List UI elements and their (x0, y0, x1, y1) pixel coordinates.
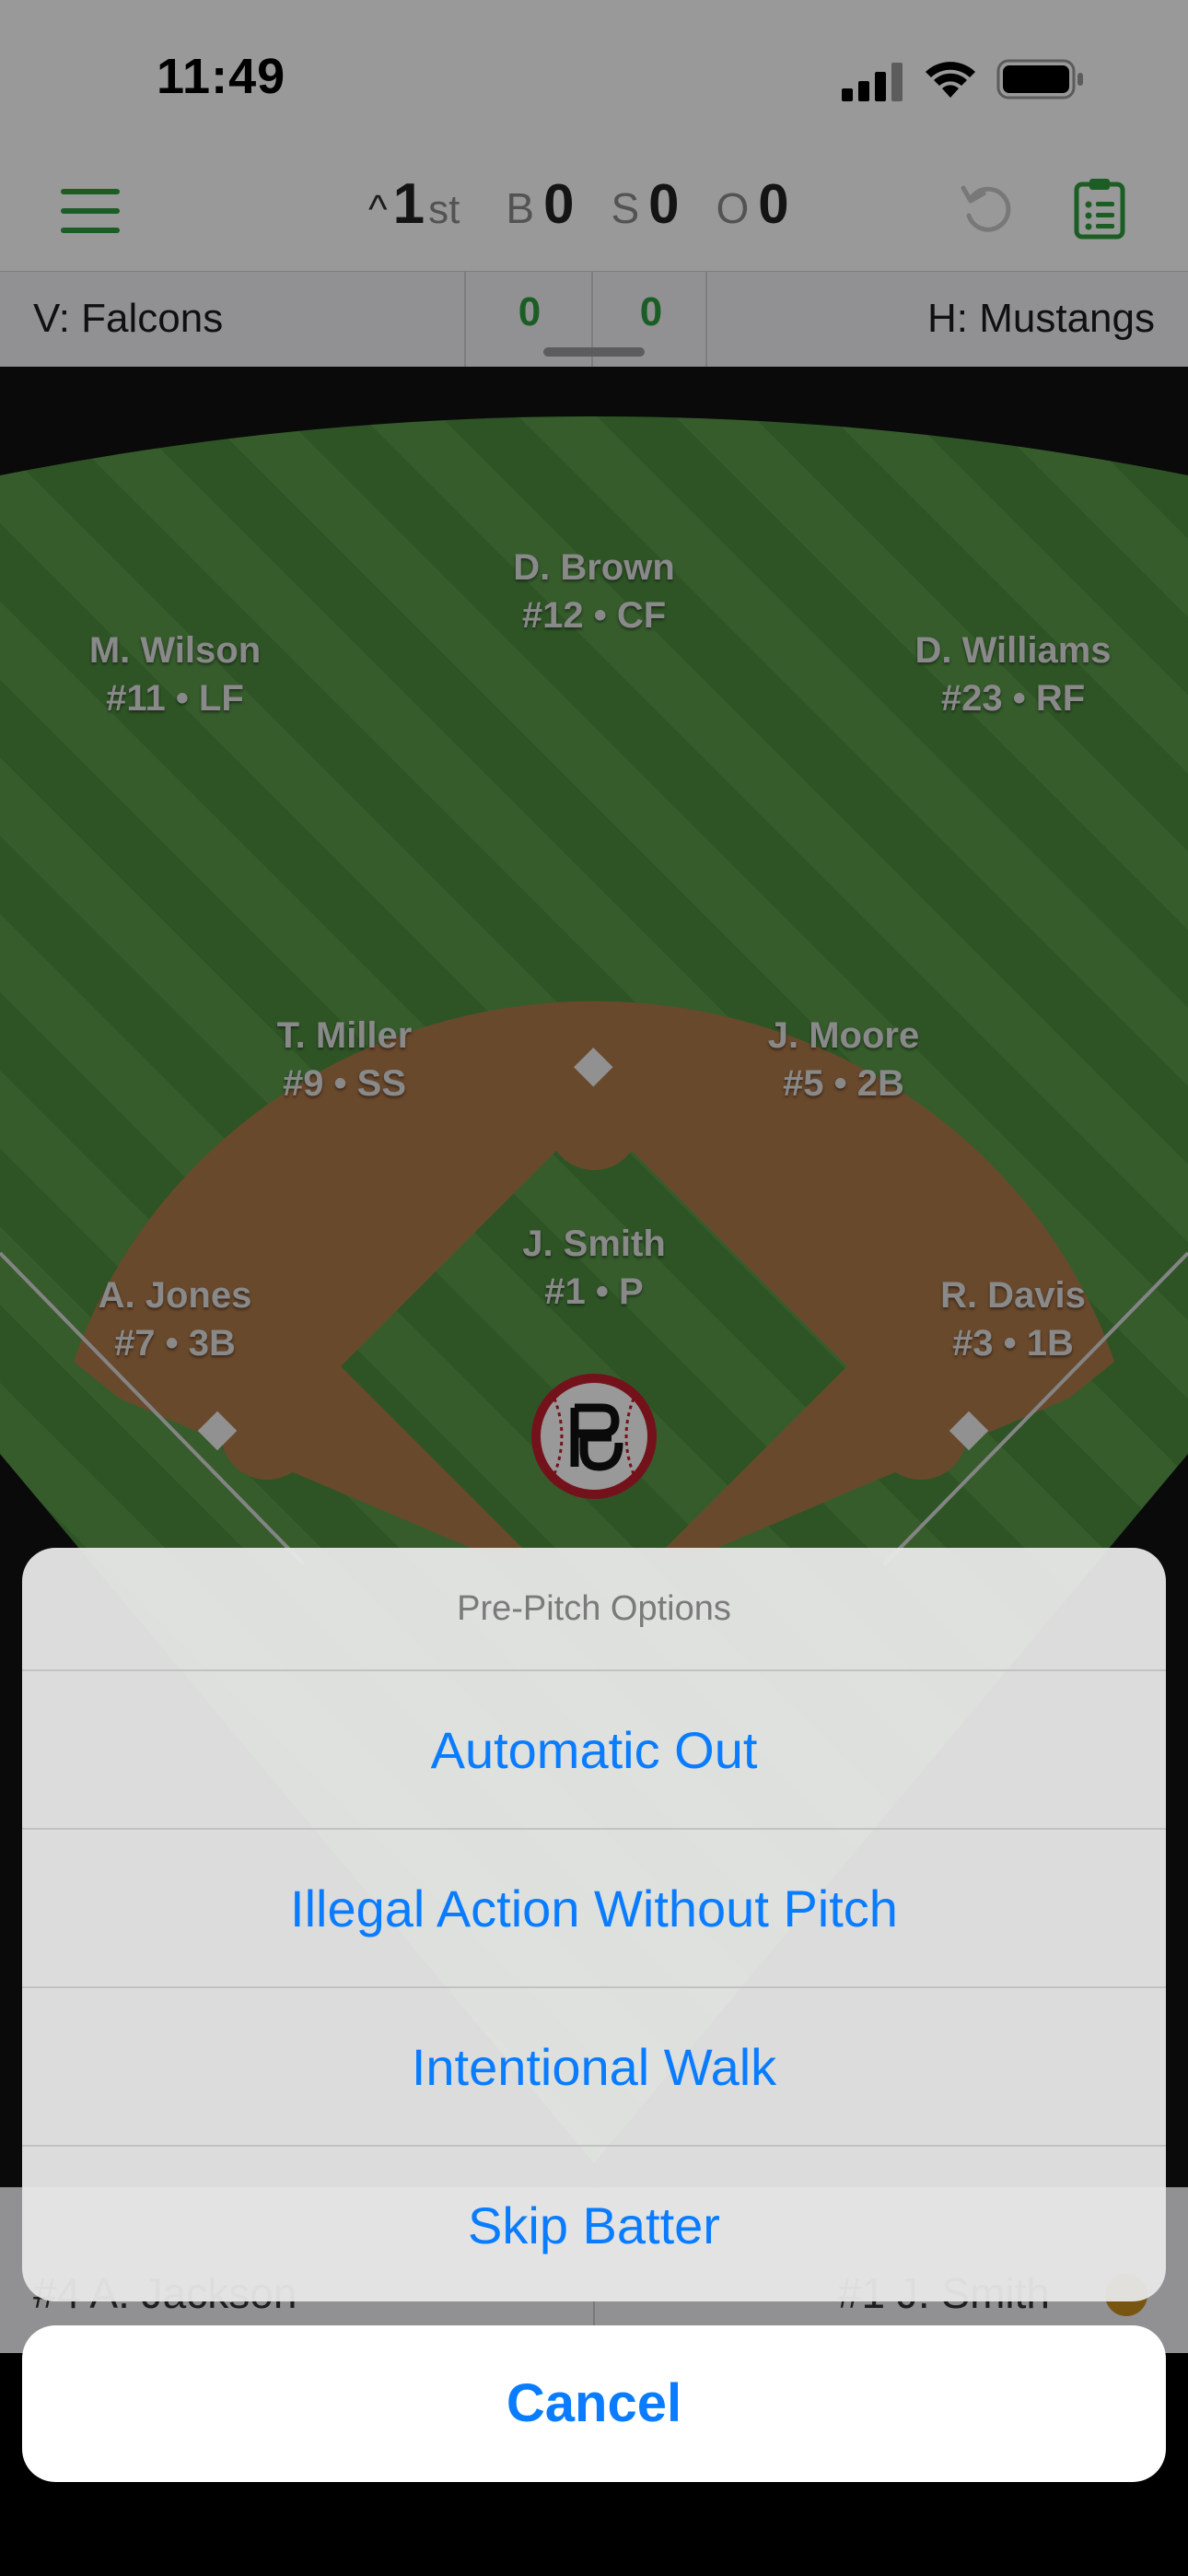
cancel-button[interactable]: Cancel (22, 2325, 1166, 2482)
home-indicator[interactable] (381, 2541, 807, 2554)
action-sheet-title: Pre-Pitch Options (457, 1589, 731, 1628)
pre-pitch-action-sheet: Pre-Pitch Options Automatic Out Illegal … (22, 1548, 1166, 2301)
automatic-out-button[interactable]: Automatic Out (22, 1669, 1166, 1830)
skip-batter-button[interactable]: Skip Batter (22, 2145, 1166, 2301)
intentional-walk-button[interactable]: Intentional Walk (22, 1986, 1166, 2147)
illegal-action-button[interactable]: Illegal Action Without Pitch (22, 1828, 1166, 1988)
